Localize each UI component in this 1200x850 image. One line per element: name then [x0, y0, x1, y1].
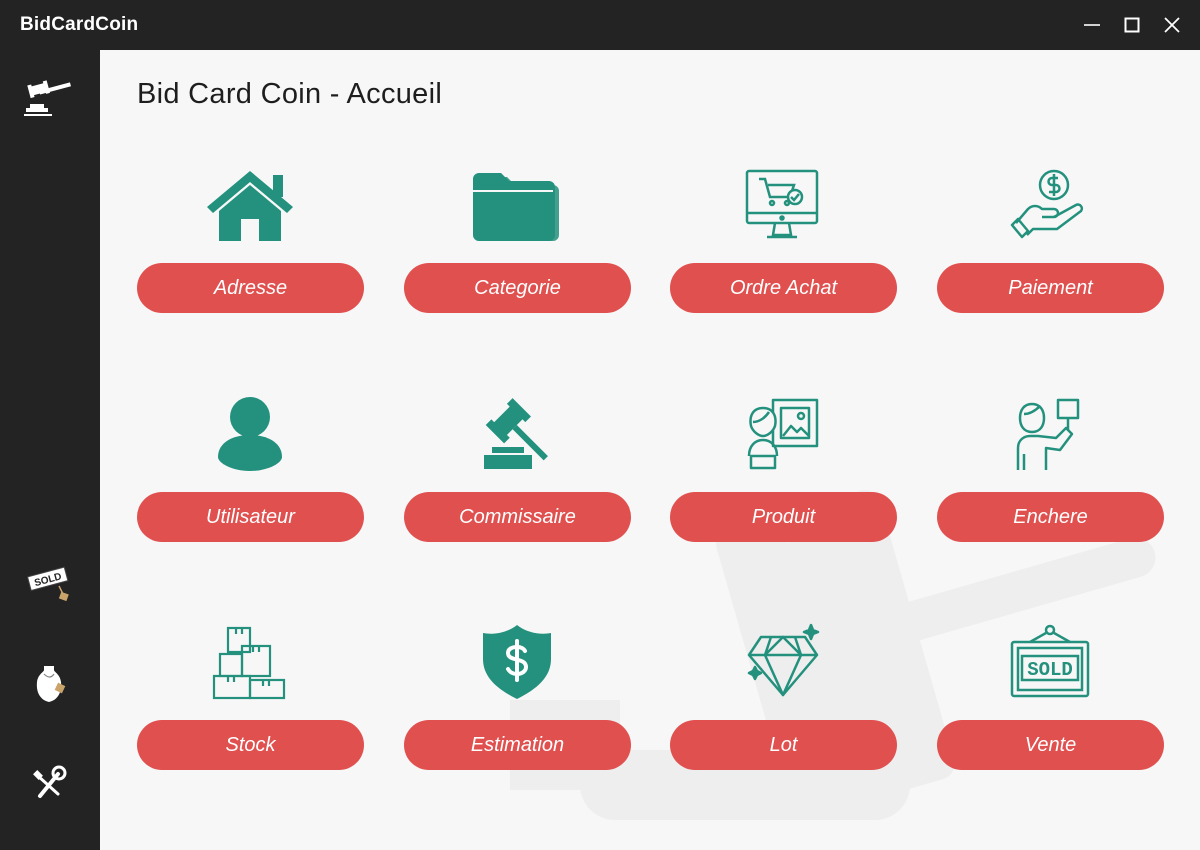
stock-button[interactable]: Stock [137, 720, 364, 770]
ordre-achat-button[interactable]: Ordre Achat [670, 263, 897, 313]
svg-text:SOLD: SOLD [1027, 659, 1073, 681]
tile-vente: SOLD Vente [937, 622, 1164, 782]
user-icon [200, 394, 300, 474]
commissaire-button[interactable]: Commissaire [404, 492, 631, 542]
close-button[interactable] [1152, 0, 1192, 50]
main-content: Bid Card Coin - Accueil Adresse Categori… [100, 50, 1200, 850]
produit-button[interactable]: Produit [670, 492, 897, 542]
diamond-icon [733, 622, 833, 702]
tile-paiement: Paiement [937, 165, 1164, 325]
wrench-icon [33, 765, 67, 798]
sidebar-item-settings[interactable] [20, 756, 80, 812]
sold-sign-icon: SOLD [1000, 622, 1100, 702]
hand-dollar-icon [1000, 165, 1100, 245]
lot-button[interactable]: Lot [670, 720, 897, 770]
tile-lot: Lot [670, 622, 897, 782]
gavel-icon [467, 394, 567, 474]
bidder-paddle-icon [1000, 394, 1100, 474]
adresse-button[interactable]: Adresse [137, 263, 364, 313]
paiement-button[interactable]: Paiement [937, 263, 1164, 313]
categorie-button[interactable]: Categorie [404, 263, 631, 313]
page-title: Bid Card Coin - Accueil [137, 78, 443, 110]
enchere-button[interactable]: Enchere [937, 492, 1164, 542]
title-bar: BidCardCoin [0, 0, 1200, 50]
maximize-button[interactable] [1112, 0, 1152, 50]
minimize-icon [1084, 24, 1100, 26]
tile-commissaire: Commissaire [404, 394, 631, 554]
vase-icon [36, 666, 66, 702]
tile-estimation: Estimation [404, 622, 631, 782]
close-icon [1164, 17, 1180, 33]
monitor-cart-icon [733, 165, 833, 245]
minimize-button[interactable] [1072, 0, 1112, 50]
sold-sign-icon: SOLD [26, 566, 69, 602]
vente-button[interactable]: Vente [937, 720, 1164, 770]
app-title: BidCardCoin [20, 14, 139, 35]
tile-utilisateur: Utilisateur [137, 394, 364, 554]
tile-ordre-achat: Ordre Achat [670, 165, 897, 325]
folder-icon [467, 165, 567, 245]
tile-adresse: Adresse [137, 165, 364, 325]
gavel-icon [24, 80, 71, 116]
tile-enchere: Enchere [937, 394, 1164, 554]
boxes-icon [200, 622, 300, 702]
sidebar-item-sales[interactable]: SOLD [20, 556, 80, 612]
maximize-icon [1124, 17, 1140, 33]
shield-dollar-icon [467, 622, 567, 702]
tile-categorie: Categorie [404, 165, 631, 325]
tile-produit: Produit [670, 394, 897, 554]
estimation-button[interactable]: Estimation [404, 720, 631, 770]
sidebar: SOLD [0, 50, 100, 850]
tile-stock: Stock [137, 622, 364, 782]
sidebar-item-products[interactable] [20, 656, 80, 712]
utilisateur-button[interactable]: Utilisateur [137, 492, 364, 542]
sidebar-item-home[interactable] [20, 70, 80, 126]
portrait-painting-icon [733, 394, 833, 474]
house-icon [200, 165, 300, 245]
